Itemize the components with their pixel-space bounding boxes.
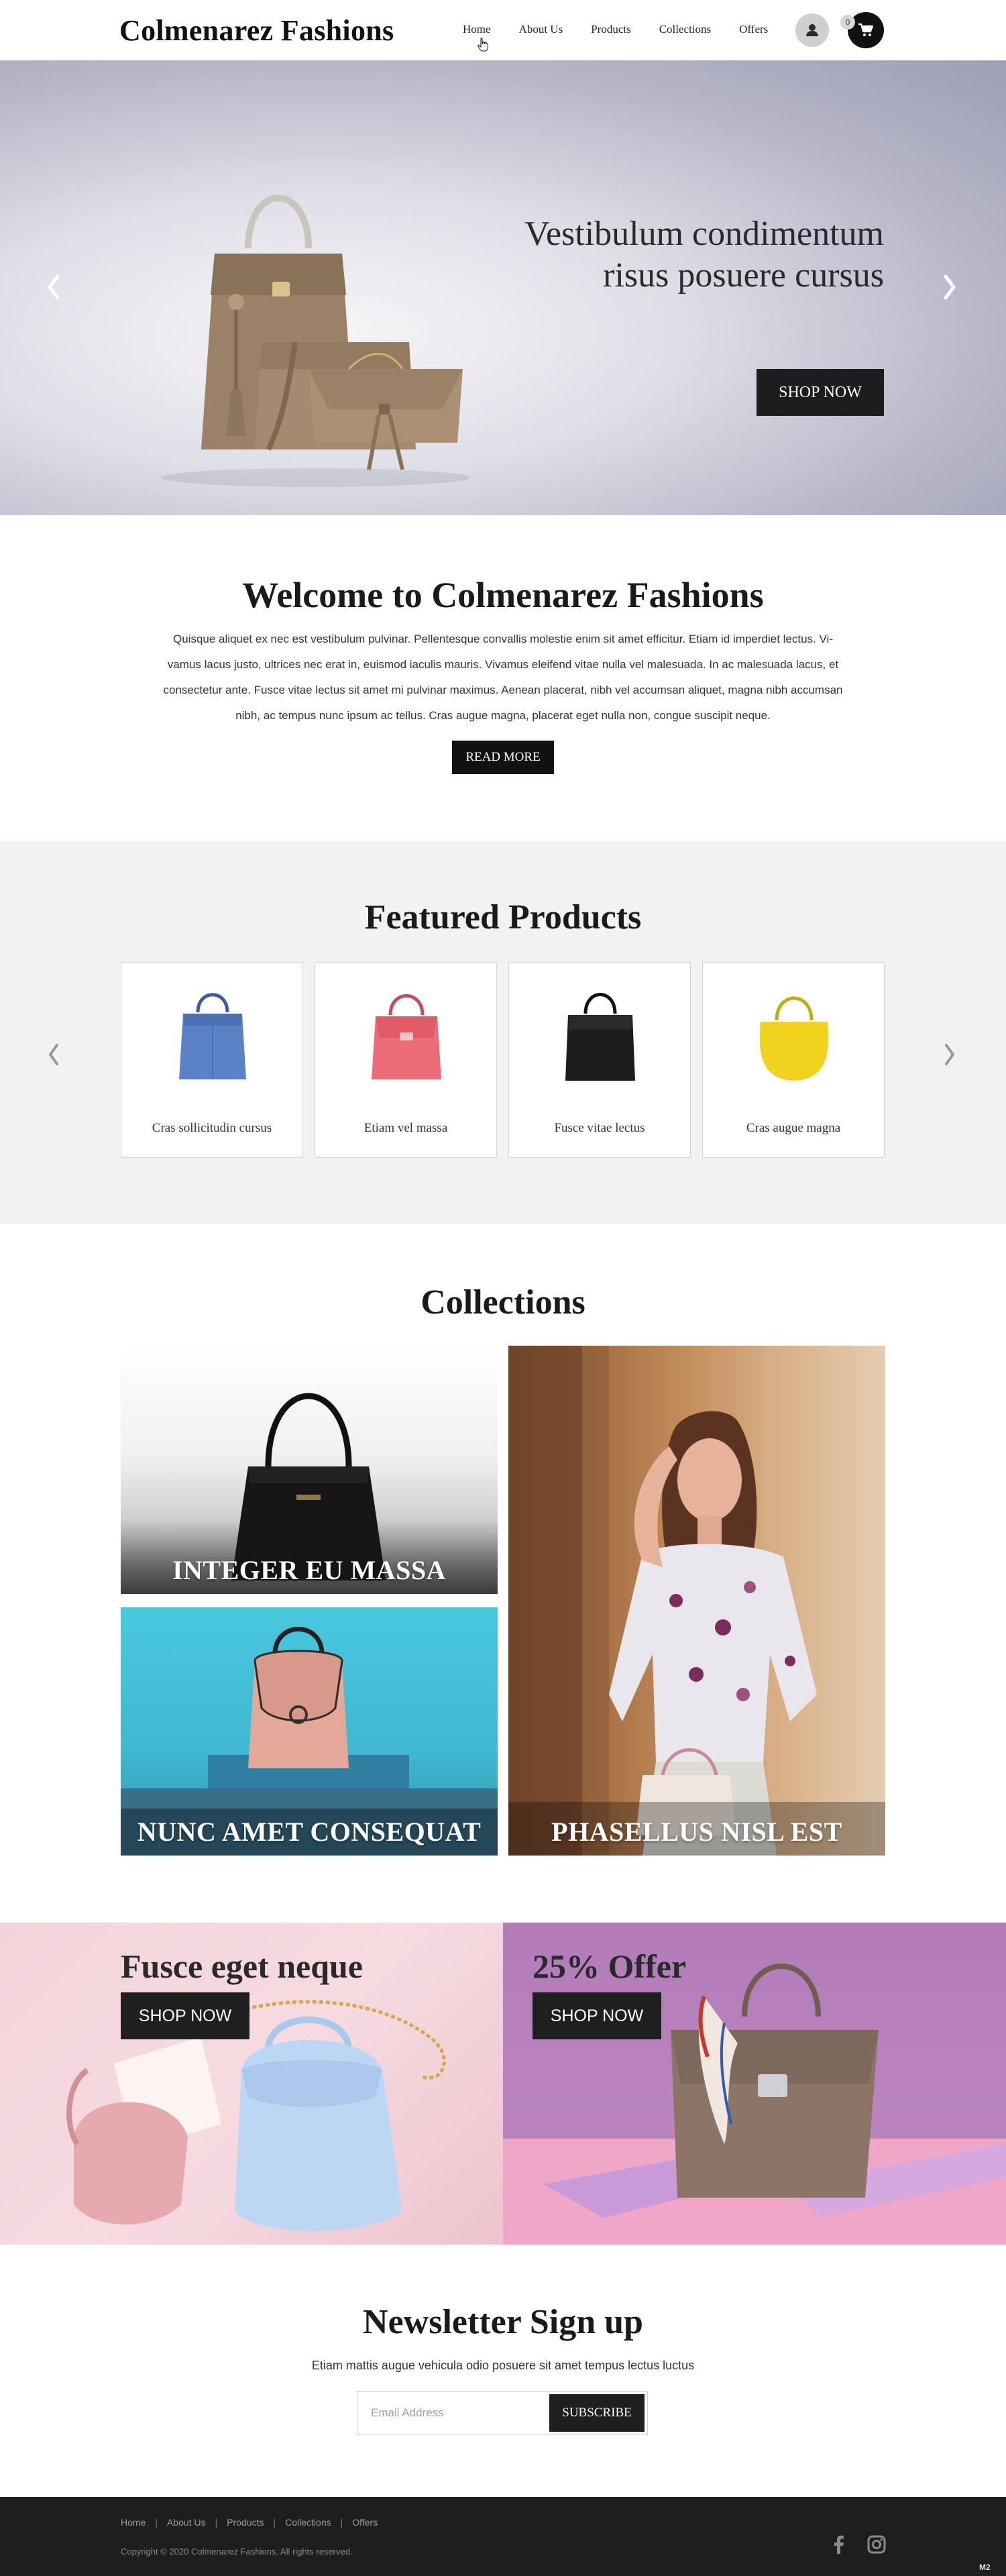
hero-title: Vestibulum condimentum risus posuere cur… (414, 213, 884, 297)
collections-title: Collections (421, 1283, 585, 1322)
featured-next-button[interactable] (935, 1034, 964, 1075)
chevron-right-icon (944, 274, 956, 300)
collection-tile[interactable]: NUNC AMET CONSEQUAT (121, 1607, 498, 1856)
welcome-text-line: Quisque aliquet ex nec est vestibulum pu… (173, 633, 833, 645)
site-footer: Home | About Us | Products | Collections… (0, 2497, 1006, 2576)
collection-image (231, 1393, 386, 1580)
hero-title-line-2: risus posuere cursus (603, 256, 884, 294)
collection-tile[interactable]: PHASELLUS NISL EST (508, 1346, 885, 1856)
facebook-link[interactable] (828, 2533, 850, 2556)
product-card[interactable]: Fusce vitae lectus (508, 962, 691, 1158)
collection-image (508, 1346, 885, 1856)
hero-prev-button[interactable] (39, 267, 68, 307)
welcome-text-line: consectetur ante. Fusce vitae lectus sit… (163, 684, 843, 696)
user-icon (806, 24, 818, 36)
footer-separator: | (215, 2517, 218, 2528)
featured-title: Featured Products (364, 898, 642, 936)
promo-banner-right[interactable]: 25% Offer SHOP NOW (503, 1923, 1006, 2245)
footer-link-products[interactable]: Products (227, 2517, 264, 2528)
hero-shop-now-button[interactable]: SHOP NOW (757, 369, 884, 416)
email-input[interactable] (357, 2392, 547, 2434)
collection-label: INTEGER EU MASSA (172, 1555, 447, 1585)
hero-next-button[interactable] (935, 267, 964, 307)
main-nav: Home About Us Products Collections Offer… (463, 23, 768, 36)
welcome-text-line: nibh, ac tempus nunc ipsum ac tellus. Cr… (235, 709, 771, 722)
footer-link-collections[interactable]: Collections (285, 2517, 331, 2528)
product-name: Fusce vitae lectus (554, 1121, 645, 1135)
nav-products[interactable]: Products (591, 23, 631, 36)
footer-separator: | (340, 2517, 343, 2528)
footer-link-about-us[interactable]: About Us (167, 2517, 206, 2528)
promo-banner-left[interactable]: Fusce eget neque SHOP NOW (0, 1923, 503, 2245)
product-image (372, 994, 441, 1079)
cart-icon (858, 23, 874, 36)
product-name: Cras sollicitudin cursus (152, 1121, 272, 1135)
nav-about-us[interactable]: About Us (519, 23, 563, 36)
promo-title: Fusce eget neque (121, 1947, 364, 1985)
hero-title-line-1: Vestibulum condimentum (524, 215, 884, 253)
promo-shop-now-button[interactable]: SHOP NOW (533, 1992, 661, 2039)
hand-cursor-icon (478, 38, 488, 52)
chevron-right-icon (945, 1044, 955, 1065)
subscribe-button[interactable]: SUBSCRIBE (549, 2394, 645, 2432)
copyright-text: Copyright © 2020 Colmenarez Fashions. Al… (121, 2546, 353, 2557)
promo-title: 25% Offer (533, 1947, 687, 1985)
nav-collections[interactable]: Collections (659, 23, 711, 36)
instagram-link[interactable] (865, 2533, 888, 2556)
featured-prev-button[interactable] (39, 1034, 68, 1075)
instagram-icon (867, 2535, 886, 2554)
cart-count-badge: 0 (840, 15, 855, 30)
product-card[interactable]: Cras augue magna (702, 962, 885, 1158)
site-logo[interactable]: Colmenarez Fashions (119, 13, 394, 48)
product-image (565, 993, 635, 1081)
footer-links: Home | About Us | Products | Collections… (121, 2517, 378, 2528)
featured-products-section: Featured Products Cras sollicitudin curs… (0, 841, 1006, 1224)
read-more-button[interactable]: READ MORE (452, 741, 554, 774)
facebook-icon (834, 2535, 844, 2554)
product-image (179, 993, 246, 1079)
footer-link-home[interactable]: Home (121, 2517, 146, 2528)
product-name: Etiam vel massa (364, 1121, 448, 1135)
collection-tile[interactable]: INTEGER EU MASSA (121, 1346, 498, 1594)
account-button[interactable] (795, 13, 829, 47)
footer-separator: | (273, 2517, 276, 2528)
product-image (759, 996, 829, 1081)
hero-banner: Vestibulum condimentum risus posuere cur… (0, 60, 1006, 515)
newsletter-subtitle: Etiam mattis augue vehicula odio posuere… (311, 2359, 695, 2372)
welcome-text-line: vamus lacus justo, ultrices nec erat in,… (167, 658, 839, 671)
footer-link-offers[interactable]: Offers (352, 2517, 378, 2528)
product-card[interactable]: Cras sollicitudin cursus (121, 962, 303, 1158)
welcome-text: Quisque aliquet ex nec est vestibulum pu… (125, 627, 881, 729)
footer-separator: | (155, 2517, 158, 2528)
product-card[interactable]: Etiam vel massa (315, 962, 497, 1158)
chevron-left-icon (48, 1044, 58, 1065)
product-name: Cras augue magna (746, 1121, 841, 1135)
site-header: Colmenarez Fashions Home About Us Produc… (0, 0, 1006, 60)
collection-label: PHASELLUS NISL EST (551, 1817, 842, 1847)
nav-home[interactable]: Home (463, 23, 491, 36)
newsletter-form: SUBSCRIBE (357, 2391, 648, 2435)
promo-shop-now-button[interactable]: SHOP NOW (121, 1992, 249, 2039)
newsletter-title: Newsletter Sign up (363, 2303, 643, 2341)
nav-offers[interactable]: Offers (739, 23, 768, 36)
chevron-left-icon (47, 274, 60, 300)
welcome-title: Welcome to Colmenarez Fashions (242, 575, 764, 615)
collection-label: NUNC AMET CONSEQUAT (137, 1817, 482, 1847)
corner-badge: M2 (979, 2563, 991, 2572)
